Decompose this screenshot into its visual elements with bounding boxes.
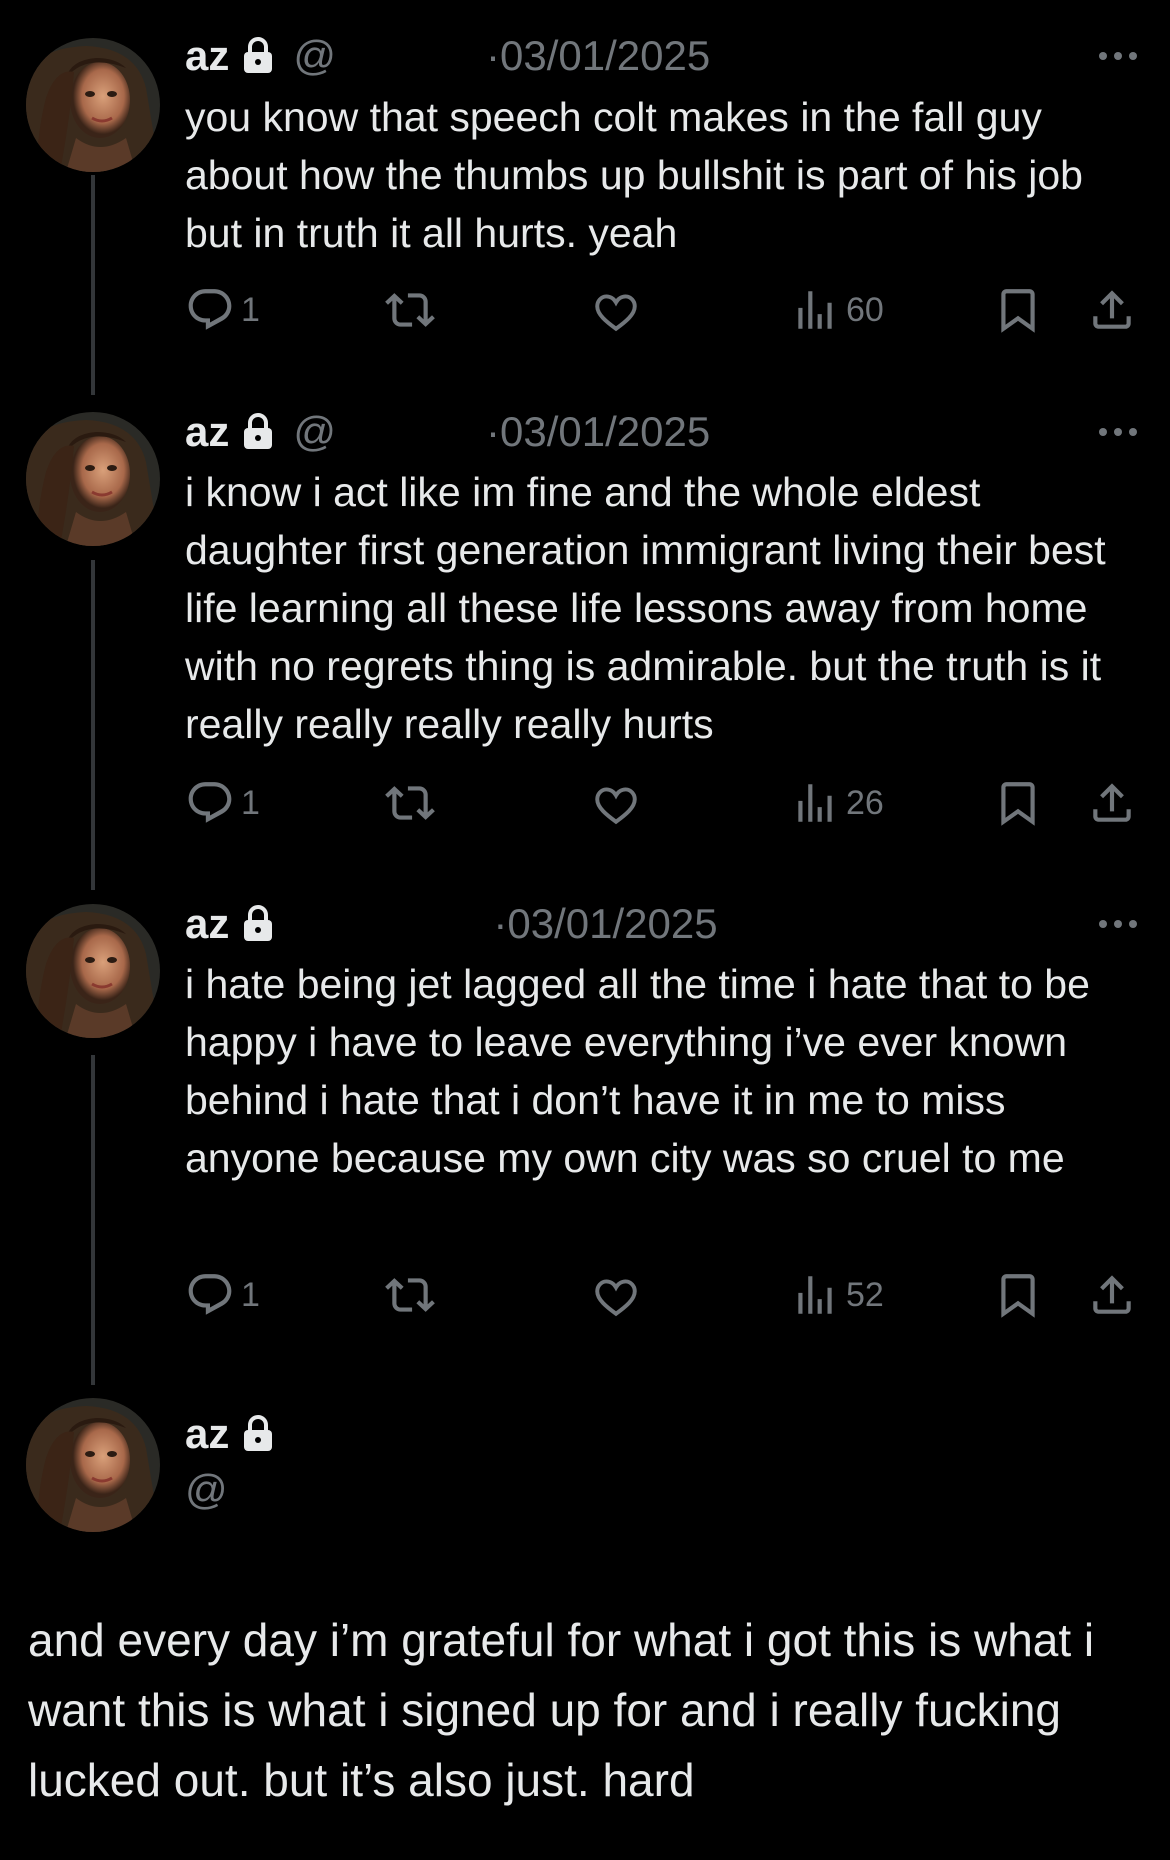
- retweet-button[interactable]: [385, 1267, 435, 1323]
- views-button[interactable]: 60: [790, 282, 884, 338]
- lock-icon: [241, 37, 275, 75]
- like-button[interactable]: [591, 775, 641, 831]
- retweet-button[interactable]: [385, 282, 435, 338]
- tweet[interactable]: az @ ·03/01/2025 i know i act like im fi…: [0, 400, 1170, 890]
- timestamp[interactable]: ·03/01/2025: [493, 900, 717, 948]
- reply-icon: [185, 778, 235, 828]
- action-bar: 1 52: [185, 1267, 1145, 1323]
- views-icon: [790, 1270, 840, 1320]
- share-button[interactable]: [1087, 775, 1137, 831]
- share-icon: [1087, 1270, 1137, 1320]
- retweet-icon: [385, 285, 435, 335]
- more-icon[interactable]: [1096, 49, 1140, 63]
- display-name[interactable]: az: [185, 900, 229, 948]
- display-name[interactable]: az: [185, 1410, 229, 1458]
- tweet-text: i know i act like im fine and the whole …: [185, 469, 1106, 747]
- handle[interactable]: @: [293, 32, 336, 80]
- focused-tweet-text: and every day i’m grateful for what i go…: [28, 1614, 1095, 1806]
- bookmark-icon: [993, 1270, 1043, 1320]
- display-name[interactable]: az: [185, 32, 229, 80]
- tweet-text: you know that speech colt makes in the f…: [185, 94, 1083, 256]
- view-count: 60: [846, 290, 884, 329]
- share-icon: [1087, 285, 1137, 335]
- tweet-header: az ·03/01/2025: [185, 896, 718, 952]
- handle[interactable]: @: [185, 1466, 228, 1514]
- reply-button[interactable]: 1: [185, 1267, 260, 1323]
- timestamp[interactable]: ·03/01/2025: [486, 408, 710, 456]
- tweet-header: az @ ·03/01/2025: [185, 404, 710, 460]
- views-icon: [790, 285, 840, 335]
- avatar[interactable]: [26, 412, 160, 546]
- share-icon: [1087, 778, 1137, 828]
- reply-icon: [185, 285, 235, 335]
- reply-count: 1: [241, 290, 260, 329]
- lock-icon: [241, 905, 275, 943]
- retweet-icon: [385, 1270, 435, 1320]
- timestamp[interactable]: ·03/01/2025: [486, 32, 710, 80]
- display-name[interactable]: az: [185, 408, 229, 456]
- action-bar: 1 60: [185, 282, 1145, 338]
- reply-count: 1: [241, 1275, 260, 1314]
- like-button[interactable]: [591, 1267, 641, 1323]
- view-count: 52: [846, 1275, 884, 1314]
- action-bar: 1 26: [185, 775, 1145, 831]
- redacted-handle: [293, 904, 494, 944]
- redacted-handle: [336, 412, 486, 452]
- avatar[interactable]: [26, 904, 160, 1038]
- tweet[interactable]: az @ ·03/01/2025 you know that speech co…: [0, 0, 1170, 400]
- bookmark-button[interactable]: [993, 775, 1043, 831]
- avatar[interactable]: [26, 38, 160, 172]
- view-count: 26: [846, 783, 884, 822]
- views-button[interactable]: 52: [790, 1267, 884, 1323]
- tweet-header: az: [185, 1406, 275, 1462]
- heart-icon: [591, 778, 641, 828]
- retweet-icon: [385, 778, 435, 828]
- retweet-button[interactable]: [385, 775, 435, 831]
- redacted-handle: [227, 1470, 378, 1510]
- views-icon: [790, 778, 840, 828]
- bookmark-icon: [993, 778, 1043, 828]
- bookmark-icon: [993, 285, 1043, 335]
- tweet[interactable]: az ·03/01/2025 i hate being jet lagged a…: [0, 890, 1170, 1380]
- lock-icon: [241, 413, 275, 451]
- handle[interactable]: @: [293, 408, 336, 456]
- tweet-text: i hate being jet lagged all the time i h…: [185, 961, 1090, 1181]
- views-button[interactable]: 26: [790, 775, 884, 831]
- reply-button[interactable]: 1: [185, 282, 260, 338]
- more-icon[interactable]: [1096, 917, 1140, 931]
- bookmark-button[interactable]: [993, 1267, 1043, 1323]
- share-button[interactable]: [1087, 1267, 1137, 1323]
- avatar[interactable]: [26, 1398, 160, 1532]
- share-button[interactable]: [1087, 282, 1137, 338]
- lock-icon: [241, 1415, 275, 1453]
- reply-icon: [185, 1270, 235, 1320]
- redacted-handle: [336, 36, 486, 76]
- handle-row: @: [185, 1462, 378, 1518]
- bookmark-button[interactable]: [993, 282, 1043, 338]
- heart-icon: [591, 1270, 641, 1320]
- reply-count: 1: [241, 783, 260, 822]
- tweet-header: az @ ·03/01/2025: [185, 28, 710, 84]
- more-icon[interactable]: [1096, 425, 1140, 439]
- like-button[interactable]: [591, 282, 641, 338]
- heart-icon: [591, 285, 641, 335]
- reply-button[interactable]: 1: [185, 775, 260, 831]
